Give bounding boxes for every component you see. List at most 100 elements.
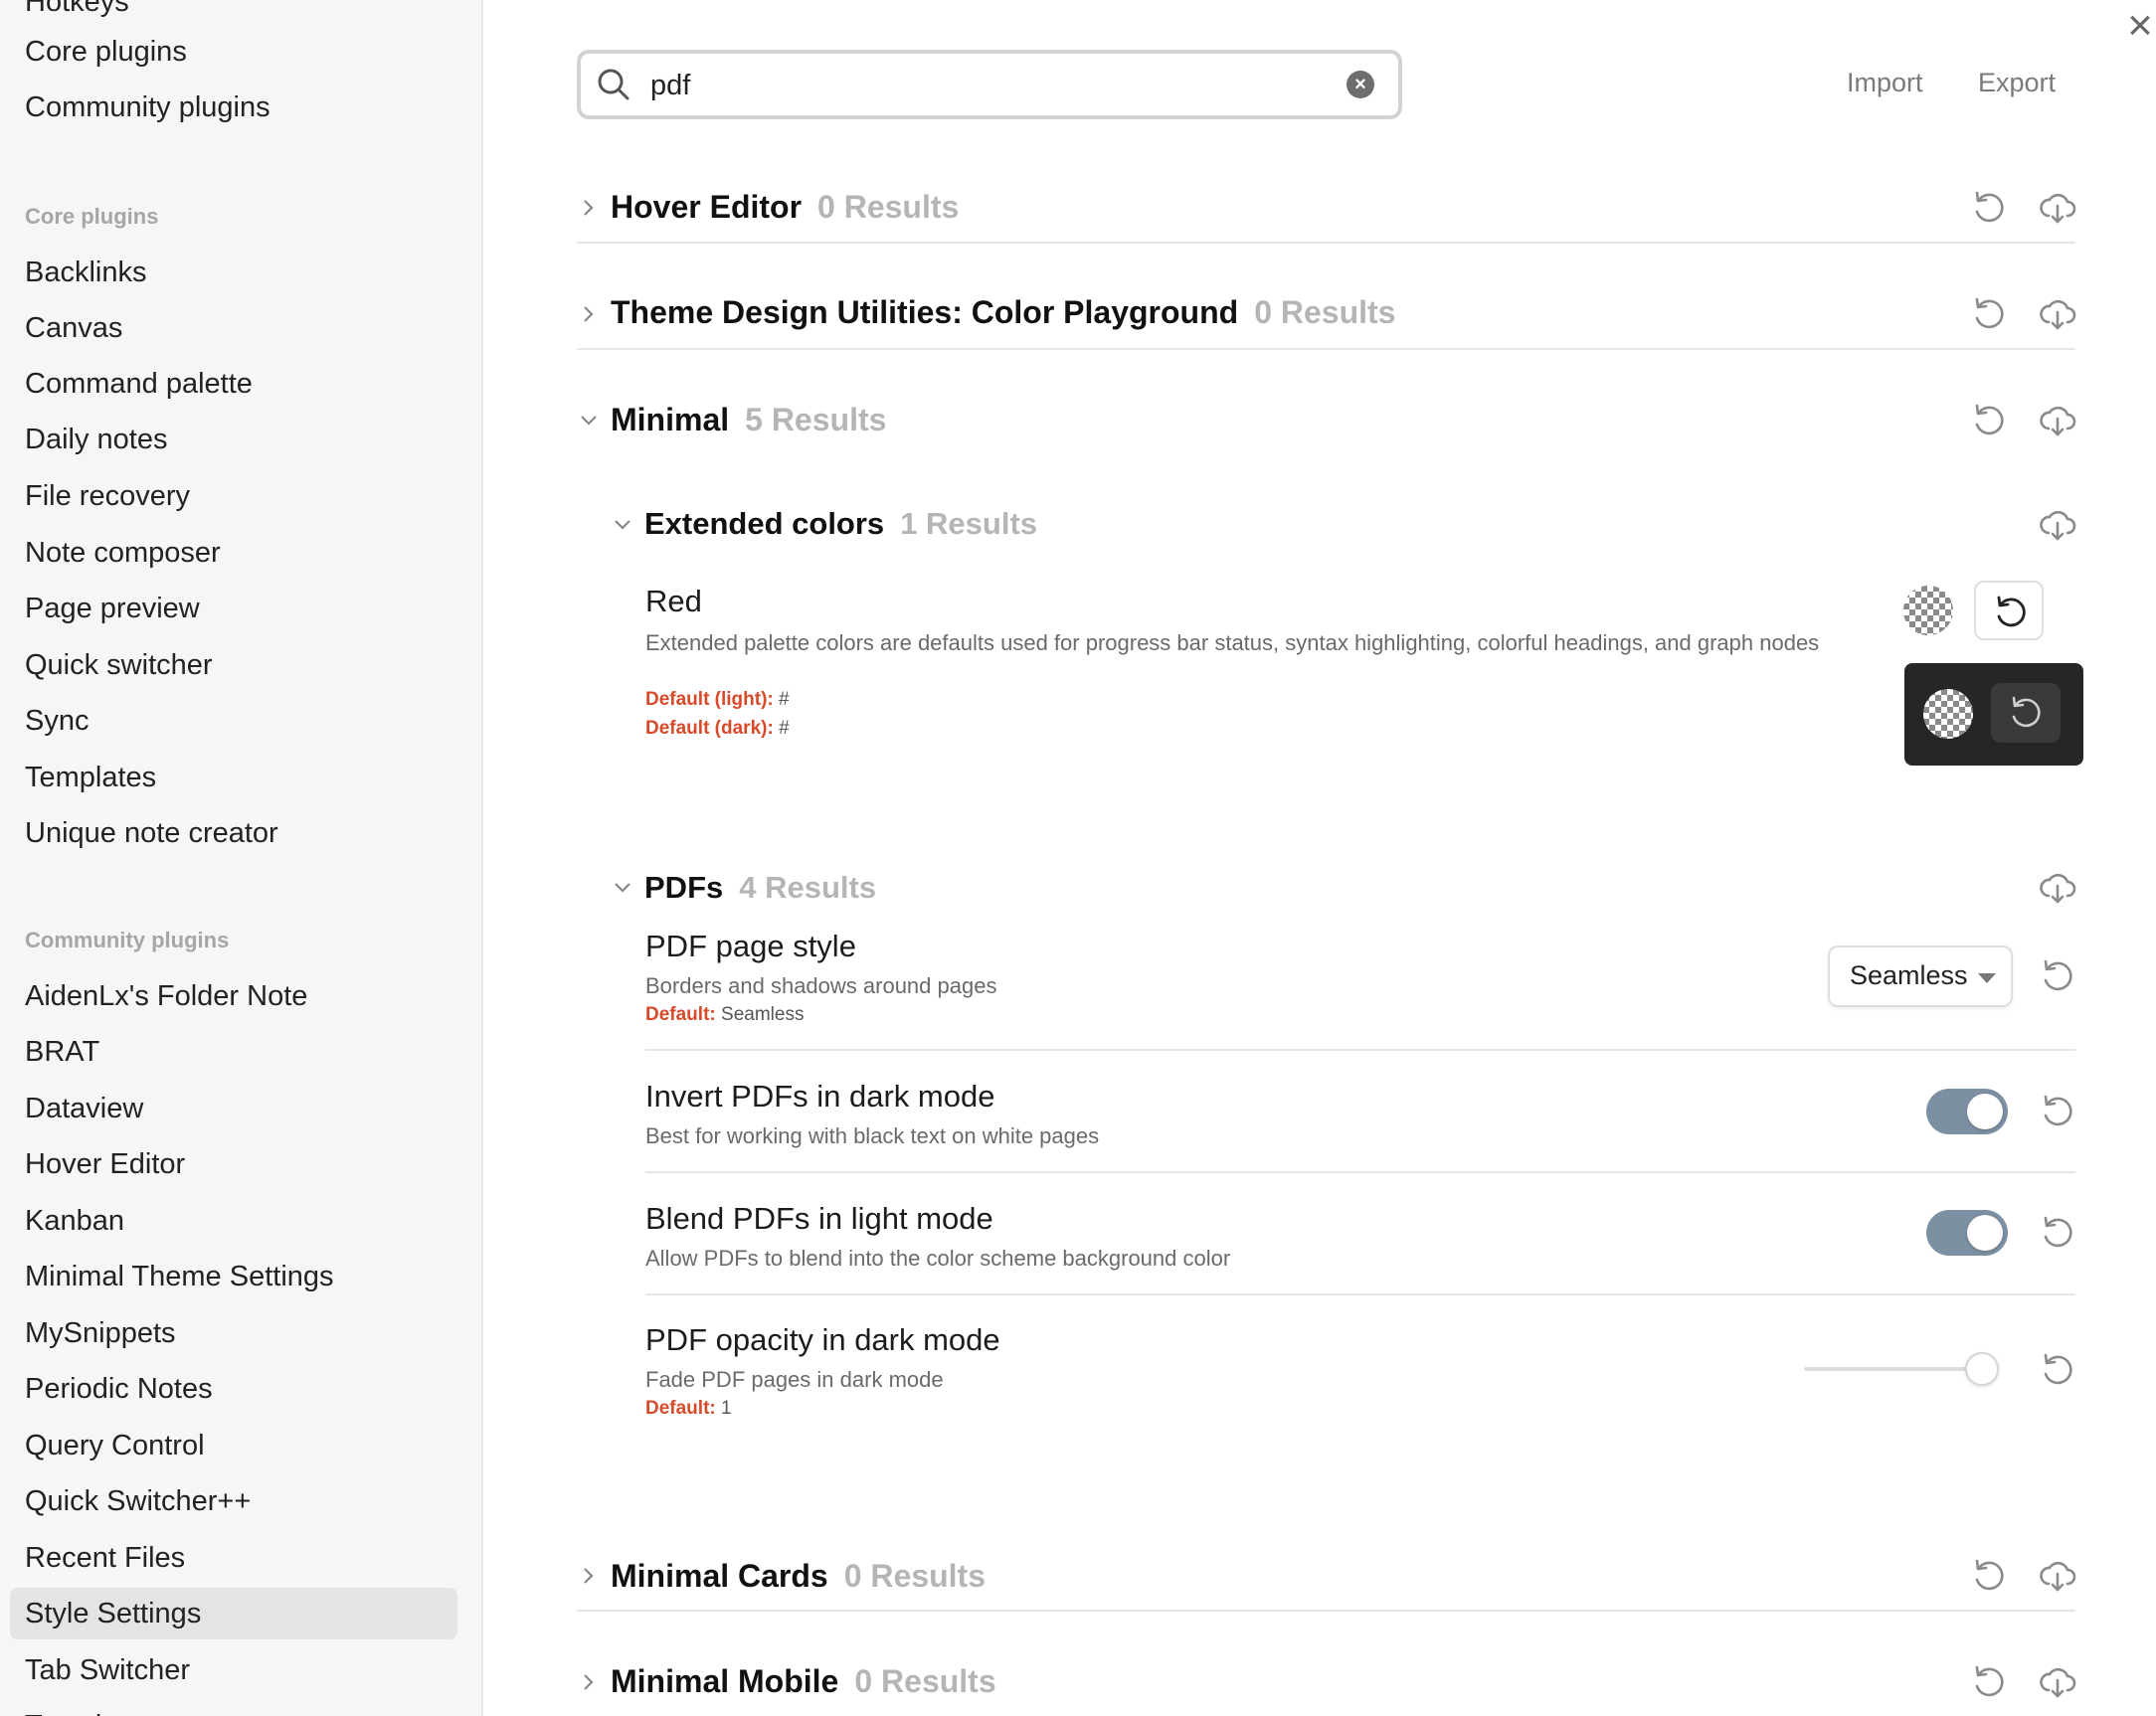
reset-color-light-button[interactable]	[1974, 581, 2044, 640]
sidebar-item-note-composer[interactable]: Note composer	[10, 527, 457, 579]
toggle-knob	[1967, 1215, 2003, 1251]
chevron-right-icon[interactable]	[577, 1564, 601, 1588]
export-cloud-icon[interactable]	[2036, 503, 2079, 547]
search-icon	[598, 69, 629, 100]
setting-description-pdf-opacity: Fade PDF pages in dark mode	[645, 1367, 944, 1392]
reset-icon	[2012, 696, 2041, 728]
subgroup-title: Extended colors 1 Results	[644, 506, 1038, 541]
divider	[645, 1293, 2075, 1295]
sidebar-header-community-plugins: Community plugins	[25, 928, 230, 952]
pdf-page-style-dropdown[interactable]: Seamless	[1828, 945, 2013, 1007]
subgroup-title: PDFs 4 Results	[644, 870, 877, 905]
chevron-down-icon[interactable]	[611, 513, 634, 537]
group-theme-design-utilities[interactable]: Theme Design Utilities: Color Playground…	[577, 280, 2076, 350]
sidebar-item-query-control[interactable]: Query Control	[10, 1420, 457, 1471]
sidebar-item-mysnippets[interactable]: MySnippets	[10, 1307, 457, 1359]
search-box[interactable]: ×	[577, 50, 1402, 119]
subgroup-pdfs[interactable]: PDFs 4 Results	[611, 854, 2076, 924]
sidebar-item-kanban[interactable]: Kanban	[10, 1195, 457, 1247]
invert-pdfs-toggle[interactable]	[1926, 1089, 2008, 1134]
default-pdf-page-style: Default: Seamless	[645, 1004, 805, 1025]
sidebar-item-canvas[interactable]: Canvas	[10, 302, 457, 354]
chevron-right-icon[interactable]	[577, 1670, 601, 1694]
default-light-value: Default (light): #	[645, 689, 790, 710]
export-cloud-icon[interactable]	[2036, 186, 2079, 230]
sidebar-item-page-preview[interactable]: Page preview	[10, 583, 457, 634]
close-icon[interactable]: ×	[2120, 4, 2156, 48]
sidebar-item-hover-editor[interactable]: Hover Editor	[10, 1138, 457, 1190]
sidebar-item-quick-switcher-plus[interactable]: Quick Switcher++	[10, 1475, 457, 1527]
settings-sidebar: Hotkeys Core plugins Community plugins C…	[0, 0, 483, 1716]
setting-title-pdf-opacity: PDF opacity in dark mode	[645, 1322, 1000, 1357]
group-title: Theme Design Utilities: Color Playground…	[611, 294, 1396, 330]
pdf-opacity-slider-track[interactable]	[1804, 1367, 1973, 1371]
divider	[645, 1049, 2075, 1051]
export-cloud-icon[interactable]	[2036, 1554, 2079, 1598]
group-minimal-mobile[interactable]: Minimal Mobile 0 Results	[577, 1648, 2076, 1716]
sidebar-item-sync[interactable]: Sync	[10, 695, 457, 747]
dark-mode-color-panel	[1904, 663, 2083, 766]
sidebar-item-daily-notes[interactable]: Daily notes	[10, 414, 457, 465]
sidebar-item-templater[interactable]: Templater	[10, 1700, 457, 1716]
reset-icon[interactable]	[1967, 1554, 2011, 1598]
sidebar-item-brat[interactable]: BRAT	[10, 1026, 457, 1078]
sidebar-item-community-plugins[interactable]: Community plugins	[10, 82, 457, 133]
clear-search-icon[interactable]: ×	[1347, 71, 1374, 98]
sidebar-item-backlinks[interactable]: Backlinks	[10, 247, 457, 298]
search-input[interactable]	[650, 66, 1307, 105]
sidebar-item-folder-note[interactable]: AidenLx's Folder Note	[10, 970, 457, 1022]
sidebar-item-core-plugins[interactable]: Core plugins	[10, 26, 457, 78]
sidebar-item-recent-files[interactable]: Recent Files	[10, 1532, 457, 1584]
setting-description-red: Extended palette colors are defaults use…	[645, 630, 1820, 655]
sidebar-item-quick-switcher[interactable]: Quick switcher	[10, 639, 457, 691]
group-minimal[interactable]: Minimal 5 Results	[577, 387, 2076, 456]
chevron-right-icon[interactable]	[577, 196, 601, 220]
export-cloud-icon[interactable]	[2036, 1660, 2079, 1704]
toggle-knob	[1967, 1094, 2003, 1129]
chevron-down-icon[interactable]	[577, 409, 601, 432]
group-minimal-cards[interactable]: Minimal Cards 0 Results	[577, 1542, 2076, 1612]
setting-title-pdf-page-style: PDF page style	[645, 929, 856, 963]
export-cloud-icon[interactable]	[2036, 292, 2079, 336]
blend-pdfs-toggle[interactable]	[1926, 1210, 2008, 1256]
reset-icon[interactable]	[2036, 954, 2079, 998]
settings-content: × × Import Export Hover Editor0 Results …	[484, 0, 2156, 1716]
pdf-opacity-slider-handle[interactable]	[1965, 1352, 1999, 1386]
sidebar-item-dataview[interactable]: Dataview	[10, 1083, 457, 1134]
export-button[interactable]: Export	[1978, 68, 2056, 98]
group-title: Minimal 5 Results	[611, 402, 887, 437]
import-button[interactable]: Import	[1847, 68, 1923, 98]
sidebar-item-templates[interactable]: Templates	[10, 752, 457, 803]
divider	[645, 1171, 2075, 1173]
sidebar-item-hotkeys[interactable]: Hotkeys	[10, 0, 457, 28]
reset-icon[interactable]	[2036, 1090, 2079, 1133]
sidebar-item-style-settings[interactable]: Style Settings	[10, 1588, 457, 1639]
sidebar-item-command-palette[interactable]: Command palette	[10, 358, 457, 410]
group-hover-editor[interactable]: Hover Editor 0 Results	[577, 174, 2076, 244]
setting-title-invert-pdfs: Invert PDFs in dark mode	[645, 1079, 995, 1114]
reset-icon[interactable]	[1967, 1660, 2011, 1704]
sidebar-header-core-plugins: Core plugins	[25, 204, 159, 229]
sidebar-item-periodic-notes[interactable]: Periodic Notes	[10, 1363, 457, 1415]
subgroup-extended-colors[interactable]: Extended colors 1 Results	[611, 491, 2076, 561]
sidebar-item-file-recovery[interactable]: File recovery	[10, 470, 457, 522]
sidebar-item-minimal-theme-settings[interactable]: Minimal Theme Settings	[10, 1251, 457, 1302]
sidebar-item-unique-note-creator[interactable]: Unique note creator	[10, 807, 457, 859]
group-title: Hover Editor 0 Results	[611, 189, 960, 225]
reset-icon[interactable]	[2036, 1211, 2079, 1255]
color-swatch-dark[interactable]	[1923, 689, 1973, 739]
reset-icon[interactable]	[1967, 186, 2011, 230]
group-title: Minimal Cards 0 Results	[611, 1558, 986, 1594]
reset-color-dark-button[interactable]	[1991, 683, 2061, 743]
export-cloud-icon[interactable]	[2036, 399, 2079, 442]
sidebar-item-tab-switcher[interactable]: Tab Switcher	[10, 1644, 457, 1696]
caret-down-icon	[1978, 973, 1996, 983]
chevron-right-icon[interactable]	[577, 302, 601, 326]
reset-icon[interactable]	[1967, 399, 2011, 442]
reset-icon[interactable]	[1967, 292, 2011, 336]
color-swatch-light[interactable]	[1903, 586, 1953, 635]
chevron-down-icon[interactable]	[611, 876, 634, 900]
reset-icon[interactable]	[2036, 1348, 2079, 1392]
setting-title-red: Red	[645, 584, 702, 618]
export-cloud-icon[interactable]	[2036, 866, 2079, 910]
